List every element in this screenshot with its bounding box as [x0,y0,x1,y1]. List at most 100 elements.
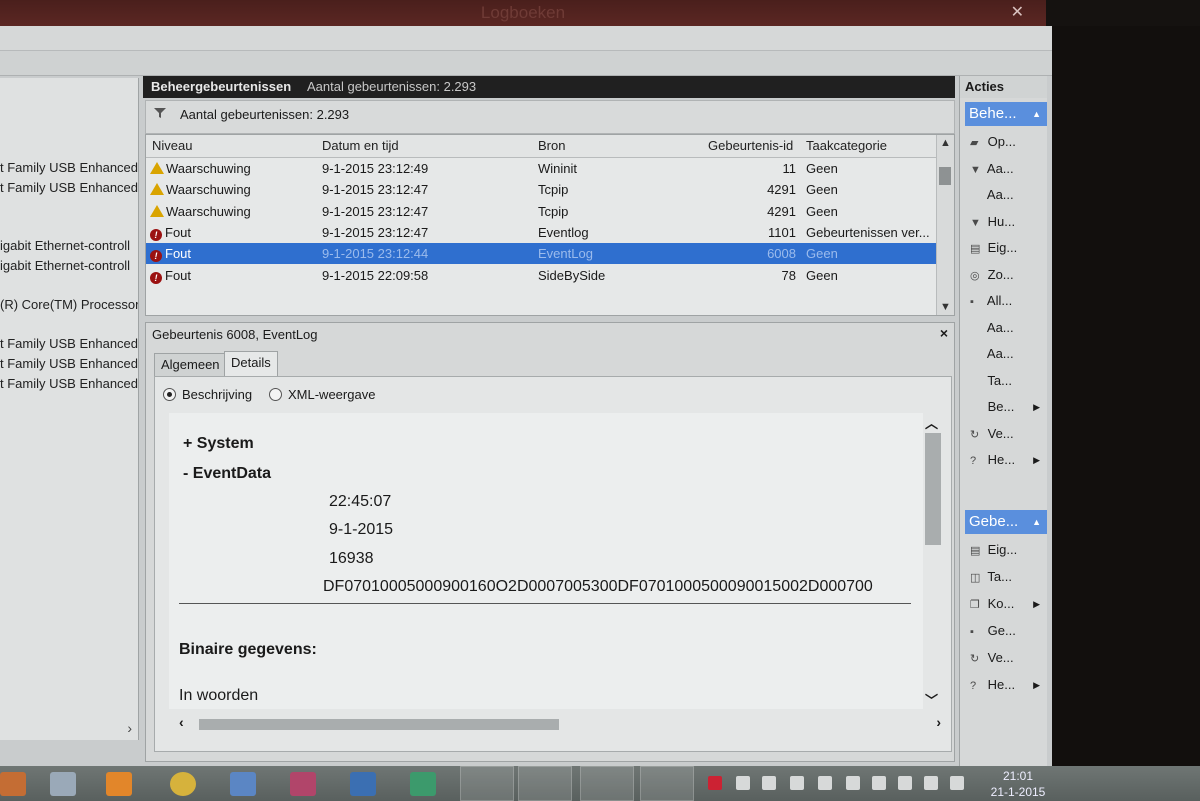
tree-item[interactable]: t Family USB Enhanced [0,160,138,175]
column-header-event-id[interactable]: Gebeurtenis-id [708,138,793,153]
tree-item[interactable]: igabit Ethernet-controll [0,238,130,253]
action-item[interactable]: ↻ Ve... [970,424,1046,444]
action-item[interactable]: Ta... [970,371,1046,391]
submenu-arrow-icon[interactable]: ▶ [1033,675,1040,695]
tab-details[interactable]: Details [224,351,278,377]
scroll-down-icon[interactable]: ▼ [940,301,951,313]
submenu-arrow-icon[interactable]: ▶ [1033,397,1040,417]
column-header-category[interactable]: Taakcategorie [806,138,887,153]
radio-xml-view[interactable]: XML-weergave [269,387,375,402]
action-item[interactable]: ❐ Ko... ▶ [970,594,1046,614]
filter-bar: Aantal gebeurtenissen: 2.293 [145,100,955,134]
submenu-arrow-icon[interactable]: ▶ [1033,594,1040,614]
tray-icon[interactable] [708,776,722,790]
scroll-thumb[interactable] [199,719,559,730]
table-row[interactable]: ! Fout 9-1-2015 23:12:47 Eventlog 1101 Gebeur… [146,222,936,243]
taskbar-button[interactable] [460,766,514,801]
action-item[interactable]: ? He... ▶ [970,675,1046,695]
app-icon[interactable] [0,772,26,796]
action-item[interactable]: ◫ Ta... [970,567,1046,587]
system-node[interactable]: + System [183,435,254,453]
column-header-source[interactable]: Bron [538,138,565,153]
collapse-icon[interactable]: ▲ [1032,102,1041,126]
tray-icon[interactable] [790,776,804,790]
radio-description[interactable]: Beschrijving [163,387,252,402]
taskbar-button[interactable] [640,766,694,801]
action-item[interactable]: ▰ Op... [970,132,1046,152]
action-item[interactable]: ▼ Aa... [970,159,1046,179]
event-data-value: 22:45:07 [329,493,392,510]
action-item[interactable]: Be... ▶ [970,397,1046,417]
app-icon[interactable] [410,772,436,796]
action-item[interactable]: ▤ Eig... [970,540,1046,560]
action-item[interactable]: Aa... [970,318,1046,338]
action-item[interactable]: ▪ All... [970,291,1046,311]
chevron-left-icon[interactable]: ‹ [179,714,184,730]
table-row[interactable]: Waarschuwing 9-1-2015 23:12:47 Tcpip 4291 Ge… [146,201,936,222]
grid-scrollbar[interactable]: ▲ ▼ [936,135,954,315]
action-item[interactable]: ▪ Ge... [970,621,1046,641]
filter-text: Aantal gebeurtenissen: 2.293 [180,107,350,122]
actions-section-event[interactable]: Gebe... ▲ [965,510,1047,534]
action-item[interactable]: ? He... ▶ [970,450,1046,470]
detail-vertical-scrollbar[interactable]: ︿ ﹀ [923,413,943,709]
tab-general[interactable]: Algemeen [154,353,227,377]
action-item[interactable]: ▼ Hu... [970,212,1046,232]
taskbar-button[interactable] [518,766,572,801]
taskbar-button[interactable] [580,766,634,801]
actions-section-manage[interactable]: Behe... ▲ [965,102,1047,126]
cell-level: Waarschuwing [150,182,251,197]
taskbar-clock[interactable]: 21:01 21-1-2015 [986,766,1050,800]
chevron-right-icon[interactable]: › [936,714,941,730]
action-item[interactable]: Aa... [970,344,1046,364]
action-item[interactable]: ▤ Eig... [970,238,1046,258]
column-header-date[interactable]: Datum en tijd [322,138,399,153]
close-icon[interactable]: × [940,325,948,341]
app-icon[interactable] [350,772,376,796]
chat-icon[interactable] [170,772,196,796]
detail-horizontal-scrollbar[interactable]: ‹ › [169,713,941,735]
cell-event-id: 6008 [767,246,796,262]
scroll-up-icon[interactable]: ▲ [940,137,951,149]
table-row[interactable]: Waarschuwing 9-1-2015 23:12:47 Tcpip 4291 Ge… [146,179,936,200]
scroll-thumb[interactable] [939,167,951,185]
tree-item[interactable]: t Family USB Enhanced [0,356,138,371]
table-row[interactable]: ! Fout 9-1-2015 22:09:58 SideBySide 78 Geen [146,265,936,286]
network-icon[interactable] [924,776,938,790]
tree-item[interactable]: t Family USB Enhanced [0,180,138,195]
tray-icon[interactable] [762,776,776,790]
scroll-thumb[interactable] [925,433,941,545]
action-item[interactable]: ◎ Zo... [970,265,1046,285]
chevron-up-icon[interactable]: ︿ [925,413,938,432]
submenu-arrow-icon[interactable]: ▶ [1033,450,1040,470]
tree-item[interactable]: t Family USB Enhanced [0,336,138,351]
tree-item[interactable]: (R) Core(TM) Processor [0,297,138,312]
eventdata-node[interactable]: - EventData [183,465,271,483]
volume-icon[interactable] [950,776,964,790]
app-icon[interactable] [290,772,316,796]
tree-item[interactable]: t Family USB Enhanced [0,376,138,391]
cloud-icon[interactable] [818,776,832,790]
close-icon[interactable]: ✕ [1011,0,1024,26]
section-label: Behe... [969,105,1017,122]
event-grid[interactable]: Niveau Datum en tijd Bron Gebeurtenis-id… [145,134,955,316]
flag-icon[interactable] [872,776,886,790]
app-icon[interactable] [50,772,76,796]
navigation-tree[interactable]: t Family USB Enhanced t Family USB Enhan… [0,78,139,740]
keyboard-icon[interactable] [230,772,256,796]
media-player-icon[interactable] [106,772,132,796]
collapse-icon[interactable]: ▲ [1032,510,1041,534]
column-header-level[interactable]: Niveau [152,138,192,153]
panel-header: Beheergebeurtenissen Aantal gebeurteniss… [143,76,955,98]
clock-time: 21:01 [1002,769,1034,783]
chevron-down-icon[interactable]: ﹀ [925,690,938,709]
tray-icon[interactable] [736,776,750,790]
table-row[interactable]: Waarschuwing 9-1-2015 23:12:49 Wininit 11 Ge… [146,158,936,179]
table-row[interactable]: ! Fout 9-1-2015 23:12:44 EventLog 6008 Geen [146,243,936,265]
action-item[interactable]: Aa... [970,185,1046,205]
battery-icon[interactable] [898,776,912,790]
scroll-right-icon[interactable]: › [127,720,132,736]
action-item[interactable]: ↻ Ve... [970,648,1046,668]
tray-icon[interactable] [846,776,860,790]
tree-item[interactable]: igabit Ethernet-controll [0,258,130,273]
